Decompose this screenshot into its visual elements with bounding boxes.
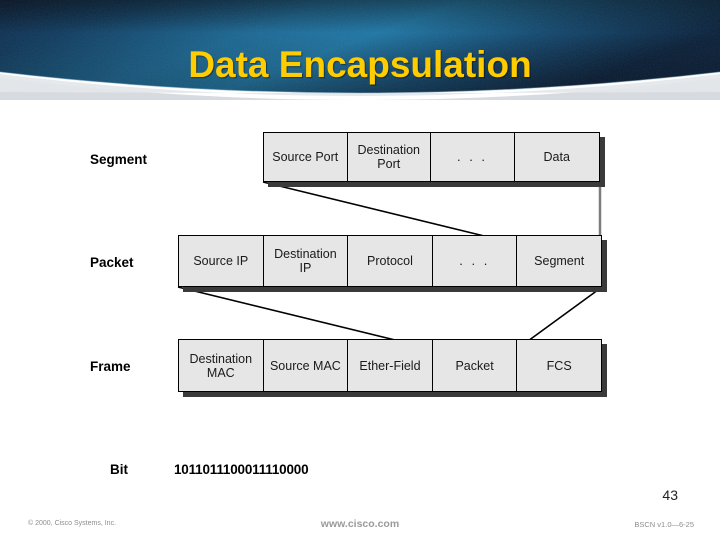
page-title: Data Encapsulation xyxy=(188,44,532,85)
footer-url: www.cisco.com xyxy=(320,518,400,530)
pdu-packet: Source IP Destination IP Protocol . . . … xyxy=(178,235,602,287)
pdu-cell: Packet xyxy=(433,340,518,391)
pdu-cell: Source Port xyxy=(264,133,348,181)
row-label-bit: Bit xyxy=(110,462,128,477)
row-label-segment: Segment xyxy=(90,152,148,167)
encapsulation-diagram: Segment Source Port Destination Port . .… xyxy=(0,112,720,492)
bit-stream-value: 1011011100011110000 xyxy=(174,462,309,477)
pdu-cell: . . . xyxy=(433,236,518,286)
pdu-segment: Source Port Destination Port . . . Data xyxy=(263,132,600,182)
slide-footer: © 2000, Cisco Systems, Inc. www.cisco.co… xyxy=(0,518,720,540)
row-label-packet: Packet xyxy=(90,255,134,270)
pdu-cell: Source MAC xyxy=(264,340,349,391)
pdu-cell: FCS xyxy=(546,358,572,373)
pdu-cell: . . . xyxy=(431,133,515,181)
pdu-cell: Protocol xyxy=(348,236,433,286)
pdu-frame: Destination MAC Source MAC Ether-Field P… xyxy=(178,339,602,392)
pdu-cell: Segment xyxy=(534,254,585,268)
pdu-cell: Ether-Field xyxy=(348,340,433,391)
footer-course-code: BSCN v1.0—6-25 xyxy=(634,520,694,529)
row-label-frame: Frame xyxy=(90,359,131,374)
pdu-cell: Destination Port xyxy=(348,133,431,181)
pdu-cell: Destination MAC xyxy=(179,340,264,391)
pdu-cell: Source IP xyxy=(179,236,264,286)
slide-number: 43 xyxy=(662,487,678,503)
pdu-cell: Destination IP xyxy=(264,236,349,286)
pdu-cell: Data xyxy=(543,150,570,164)
slide-header-banner: Data Encapsulation xyxy=(0,0,720,112)
